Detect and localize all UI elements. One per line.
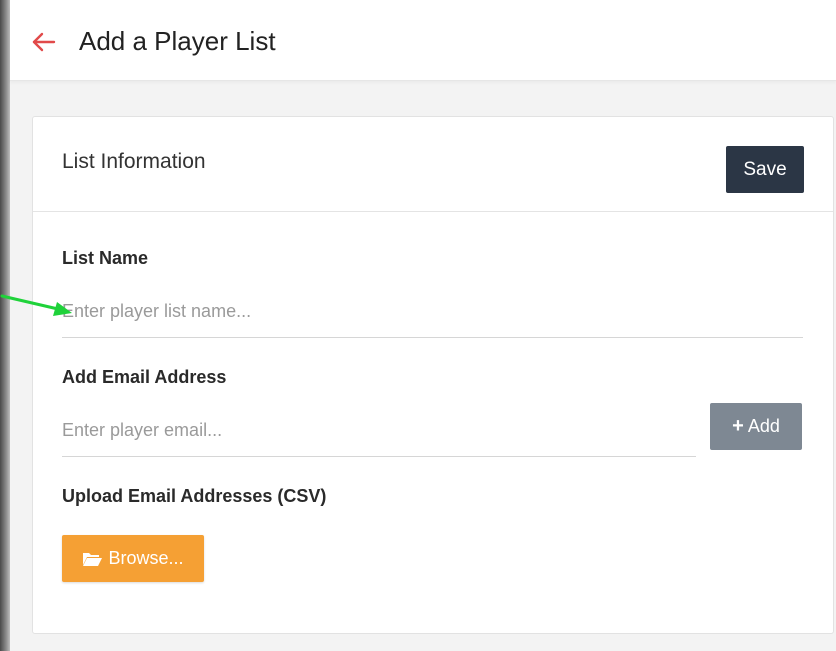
list-name-label: List Name: [62, 248, 149, 268]
page-header: Add a Player List: [10, 6, 836, 81]
folder-open-icon: [83, 553, 103, 566]
email-label: Add Email Address: [62, 367, 227, 387]
plus-icon: +: [732, 415, 744, 437]
add-email-button[interactable]: + Add: [710, 403, 802, 450]
save-button[interactable]: Save: [726, 146, 804, 193]
app-frame: Add a Player List List Information Save …: [0, 0, 836, 651]
list-information-card: List Information Save List Name Add Emai…: [32, 116, 834, 634]
page-title: Add a Player List: [79, 26, 276, 56]
email-input[interactable]: [62, 404, 696, 457]
window-edge-shadow: [0, 0, 10, 651]
card-title: List Information: [62, 150, 206, 173]
browse-button-label: Browse...: [108, 548, 184, 568]
arrow-left-icon[interactable]: [30, 28, 58, 56]
list-name-input[interactable]: [62, 285, 803, 338]
browse-button[interactable]: Browse...: [62, 535, 204, 582]
add-button-label: Add: [747, 416, 780, 436]
upload-label: Upload Email Addresses (CSV): [62, 486, 327, 506]
card-header: List Information Save: [33, 117, 833, 212]
